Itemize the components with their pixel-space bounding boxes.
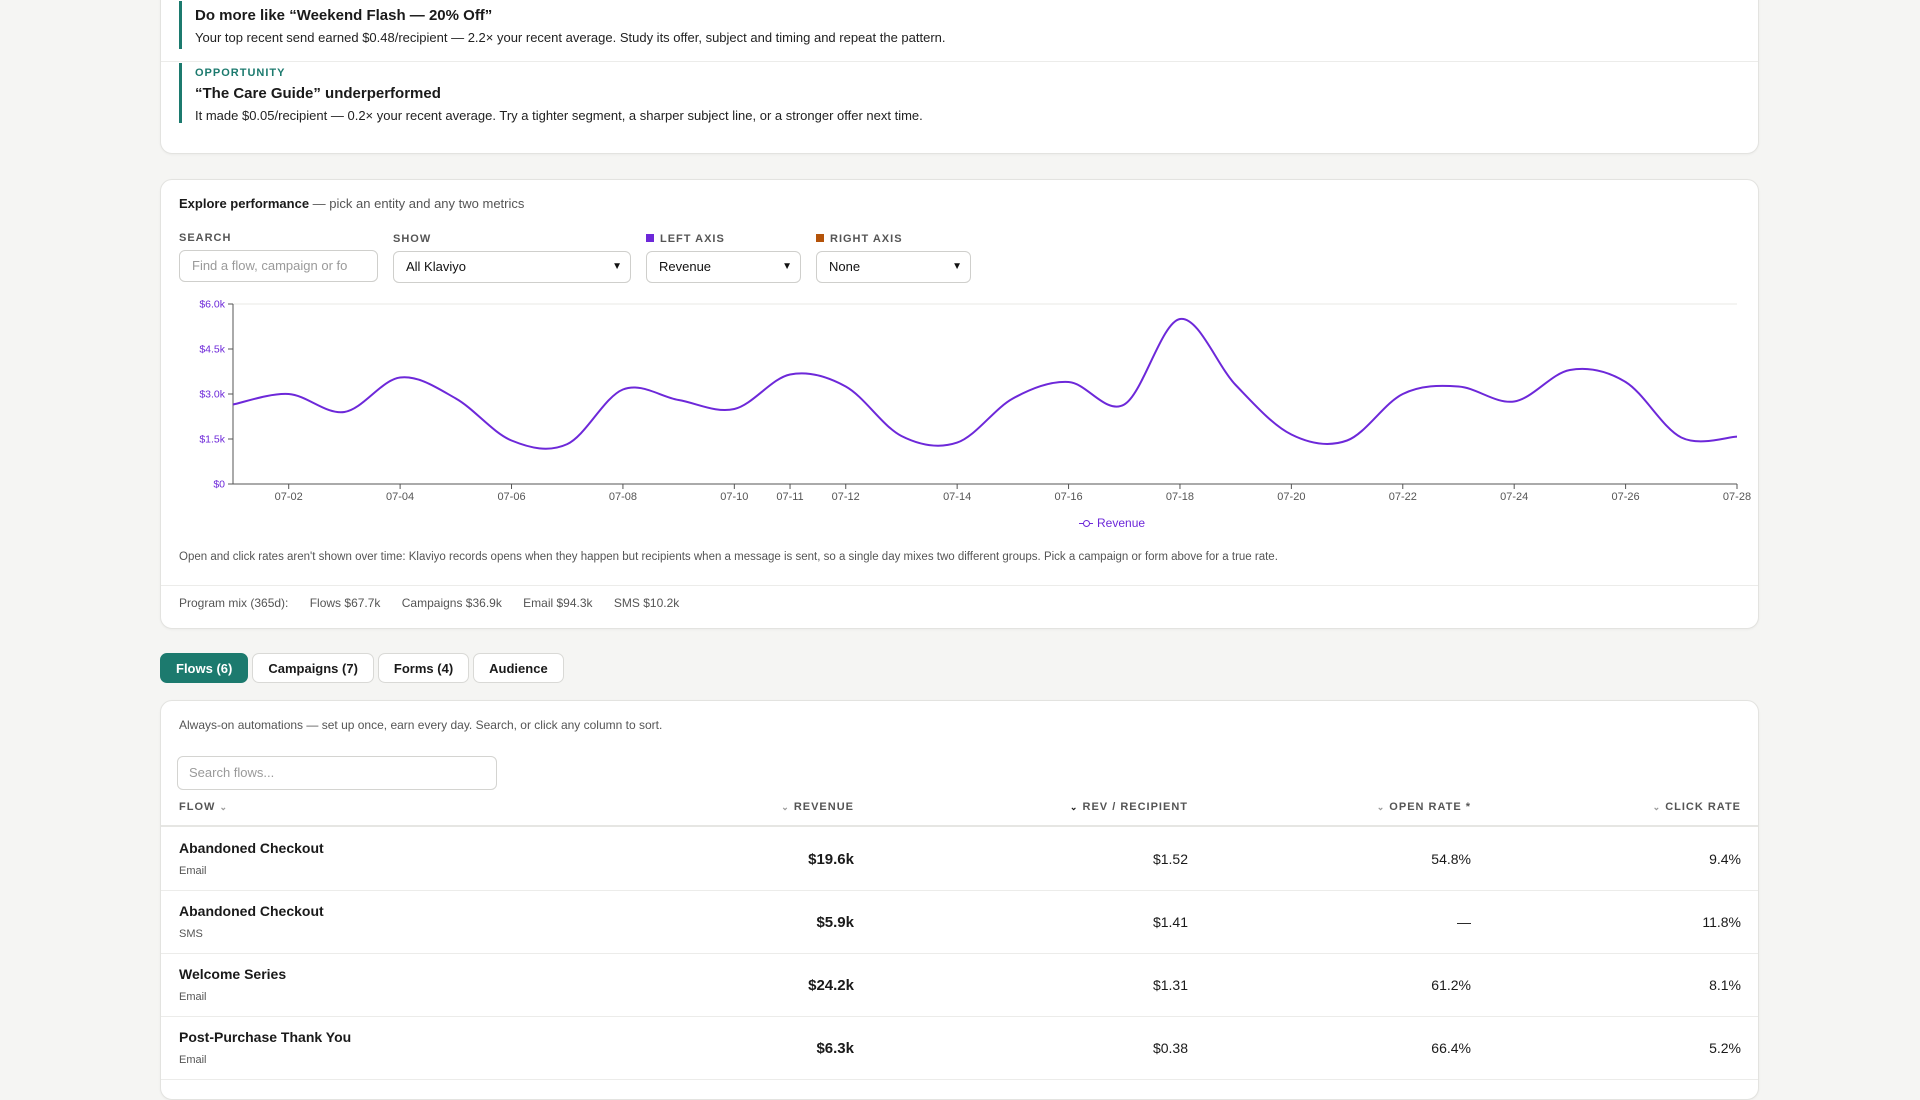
sort-chevron-icon: ⌄ — [781, 802, 790, 812]
flow-channel: Email — [179, 865, 207, 877]
tab-audience[interactable]: Audience — [473, 653, 564, 683]
y-tick-label: $0 — [213, 479, 225, 491]
entity-tabs: Flows (6) Campaigns (7) Forms (4) Audience — [160, 653, 568, 683]
flow-open-rate: 61.2% — [1431, 977, 1471, 993]
rates-note: Open and click rates aren't shown over t… — [179, 551, 1278, 563]
x-tick-label: 07-20 — [1277, 491, 1305, 503]
flow-rev-recipient: $1.31 — [1152, 977, 1188, 993]
y-tick-label: $4.5k — [199, 344, 225, 356]
flow-open-rate: 66.4% — [1431, 1040, 1471, 1056]
column-header-revenue-label: REVENUE — [793, 801, 854, 813]
flow-name: Welcome Series — [179, 966, 287, 982]
insight-title: “The Care Guide” underperformed — [195, 85, 441, 102]
x-tick-label: 07-08 — [609, 491, 637, 503]
flow-open-rate: — — [1457, 914, 1471, 930]
flow-name: Abandoned Checkout — [179, 903, 324, 919]
x-tick-label: 07-16 — [1054, 491, 1082, 503]
x-tick-label: 07-28 — [1723, 491, 1751, 503]
mix-sms: SMS $10.2k — [613, 596, 680, 610]
flows-card: Always-on automations — set up once, ear… — [160, 700, 1759, 1100]
y-tick-label: $3.0k — [199, 389, 225, 401]
column-header-click-rate-label: CLICK RATE — [1665, 801, 1741, 813]
program-mix: Program mix (365d): Flows $67.7k Campaig… — [179, 596, 697, 610]
sort-chevron-icon: ⌄ — [1069, 802, 1079, 812]
table-row[interactable]: Abandoned Checkout SMS $5.9k $1.41 — 11.… — [161, 890, 1758, 954]
flow-rev-recipient: $0.38 — [1152, 1040, 1188, 1056]
flow-click-rate: 11.8% — [1702, 914, 1741, 930]
x-tick-label: 07-22 — [1389, 491, 1417, 503]
column-header-rev-recipient-label: REV / RECIPIENT — [1082, 801, 1188, 813]
flow-revenue: $24.2k — [808, 977, 854, 994]
column-header-open-rate[interactable]: ⌄ OPEN RATE * — [1377, 801, 1471, 813]
x-tick-label: 07-24 — [1500, 491, 1528, 503]
flow-name: Abandoned Checkout — [179, 840, 324, 856]
column-header-flow-label: FLOW — [179, 801, 216, 813]
legend-label: Revenue — [1097, 516, 1146, 530]
insights-card: Do more like “Weekend Flash — 20% Off” Y… — [160, 0, 1759, 154]
x-tick-label: 07-11 — [776, 491, 803, 503]
mix-divider — [161, 585, 1758, 586]
y-tick-label: $6.0k — [199, 299, 225, 311]
revenue-line-chart: $0 $1.5k $3.0k $4.5k $6.0k 07-02 07-04 07-06 07-… — [199, 299, 1751, 504]
tab-campaigns[interactable]: Campaigns (7) — [252, 653, 374, 683]
table-row[interactable]: Abandoned Checkout Email $19.6k $1.52 54… — [161, 827, 1758, 891]
x-tick-label: 07-04 — [386, 491, 414, 503]
flow-rev-recipient: $1.52 — [1152, 851, 1188, 867]
explore-performance-card: Explore performance — pick an entity and… — [160, 179, 1759, 629]
mix-flows: Flows $67.7k — [309, 596, 381, 610]
mix-campaigns: Campaigns $36.9k — [401, 596, 502, 610]
column-header-revenue[interactable]: ⌄ REVENUE — [781, 801, 854, 813]
x-tick-label: 07-10 — [720, 491, 748, 503]
x-tick-label: 07-12 — [832, 491, 860, 503]
mix-email: Email $94.3k — [523, 596, 593, 610]
insight-kicker: OPPORTUNITY — [195, 67, 286, 79]
x-tick-label: 07-02 — [275, 491, 303, 503]
tab-forms[interactable]: Forms (4) — [377, 653, 470, 683]
sort-chevron-icon: ⌄ — [1652, 802, 1662, 812]
sort-chevron-icon: ⌄ — [1376, 802, 1386, 812]
column-header-click-rate[interactable]: ⌄ CLICK RATE — [1653, 801, 1741, 813]
flow-channel: SMS — [179, 928, 203, 940]
flow-name: Post-Purchase Thank You — [179, 1029, 352, 1045]
flow-revenue: $5.9k — [816, 914, 854, 931]
sort-chevron-icon: ⌄ — [219, 802, 228, 812]
legend-line-marker-icon — [1079, 519, 1093, 527]
insight-opportunity: OPPORTUNITY “The Care Guide” underperfor… — [179, 63, 1740, 123]
insight-divider — [161, 61, 1758, 62]
insight-body: It made $0.05/recipient — 0.2× your rece… — [195, 108, 923, 123]
column-header-open-rate-label: OPEN RATE * — [1389, 801, 1471, 813]
insight-body: Your top recent send earned $0.48/recipi… — [195, 30, 946, 45]
x-tick-label: 07-18 — [1166, 491, 1194, 503]
x-tick-label: 07-14 — [943, 491, 971, 503]
flow-click-rate: 5.2% — [1709, 1040, 1741, 1056]
flow-channel: Email — [179, 991, 207, 1003]
table-row[interactable]: Welcome Series Email $24.2k $1.31 61.2% … — [161, 953, 1758, 1017]
mix-label: Program mix (365d): — [179, 596, 289, 610]
revenue-series-line — [232, 317, 1738, 450]
x-tick-label: 07-26 — [1612, 491, 1640, 503]
column-header-rev-recipient[interactable]: ⌄ REV / RECIPIENT — [1070, 801, 1188, 813]
flow-click-rate: 9.4% — [1709, 851, 1741, 867]
flow-revenue: $6.3k — [816, 1040, 854, 1057]
flow-revenue: $19.6k — [808, 851, 854, 868]
flow-channel: Email — [179, 1054, 207, 1066]
insight-do-more: Do more like “Weekend Flash — 20% Off” Y… — [179, 1, 1740, 49]
table-row[interactable]: Post-Purchase Thank You Email $6.3k $0.3… — [161, 1016, 1758, 1080]
chart-legend[interactable]: Revenue — [1079, 516, 1145, 530]
tab-flows[interactable]: Flows (6) — [160, 653, 249, 683]
flows-search-input[interactable]: Search flows... — [177, 756, 497, 790]
flow-click-rate: 8.1% — [1709, 977, 1741, 993]
x-tick-label: 07-06 — [497, 491, 525, 503]
y-tick-label: $1.5k — [199, 434, 225, 446]
column-header-flow[interactable]: FLOW ⌄ — [179, 801, 228, 813]
flow-rev-recipient: $1.41 — [1152, 914, 1188, 930]
flows-description: Always-on automations — set up once, ear… — [179, 718, 663, 732]
insight-title: Do more like “Weekend Flash — 20% Off” — [195, 7, 493, 24]
flow-open-rate: 54.8% — [1431, 851, 1471, 867]
